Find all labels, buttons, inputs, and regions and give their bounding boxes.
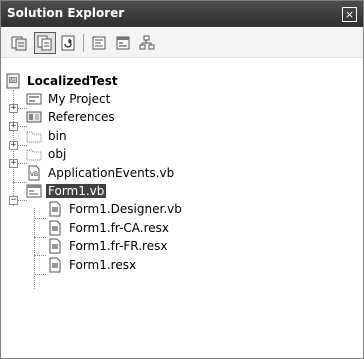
tree-item-form1-resx[interactable]: Form1.resx — [47, 256, 138, 274]
svg-text:VB: VB — [30, 171, 38, 178]
references-icon — [26, 111, 42, 123]
tree-connector — [34, 274, 46, 275]
view-code-button[interactable] — [89, 33, 109, 53]
tree-item-label: My Project — [48, 92, 111, 106]
tree-item-references[interactable]: References — [26, 108, 117, 126]
properties-icon — [11, 36, 27, 51]
vb-file-icon: VB — [28, 165, 40, 181]
class-view-button[interactable] — [137, 33, 157, 53]
form-icon — [26, 184, 42, 198]
title-bar: Solution Explorer × — [1, 1, 363, 27]
refresh-button[interactable] — [58, 33, 78, 53]
collapse-form1[interactable]: − — [9, 196, 18, 205]
toolbar-separator — [83, 34, 84, 52]
tree-connector — [34, 237, 46, 238]
tree-connector — [34, 218, 46, 219]
class-view-icon — [139, 35, 155, 50]
tree-item-label: References — [48, 110, 115, 124]
resx-file-icon — [49, 238, 61, 254]
tree-item-obj[interactable]: obj — [26, 145, 68, 163]
tree-item-label: Form1.fr-FR.resx — [69, 239, 168, 253]
tree-item-form1-fr-ca[interactable]: Form1.fr-CA.resx — [47, 219, 171, 237]
properties-button[interactable] — [9, 33, 29, 53]
show-all-files-icon — [37, 35, 52, 51]
tree-item-label: bin — [48, 129, 67, 143]
tree-item-form1-fr-fr[interactable]: Form1.fr-FR.resx — [47, 237, 169, 255]
resx-file-icon — [49, 257, 61, 273]
expand-my-project[interactable]: + — [9, 104, 18, 113]
tree-connector — [13, 182, 27, 183]
tree-item-form1-designer[interactable]: Form1.Designer.vb — [47, 200, 184, 218]
my-project-icon — [26, 93, 42, 105]
resx-file-icon — [49, 220, 61, 236]
panel-title: Solution Explorer — [7, 6, 125, 20]
tree-item-label: Form1.resx — [69, 258, 137, 272]
solution-explorer-panel: Solution Explorer × + + + + − VB Localiz… — [0, 0, 364, 359]
tree-item-form1-vb[interactable]: Form1.vb — [26, 182, 107, 200]
tree-item-bin[interactable]: bin — [26, 127, 69, 145]
tree-item-my-project[interactable]: My Project — [26, 90, 112, 108]
folder-icon — [26, 131, 42, 143]
tree-item-label: Form1.Designer.vb — [69, 202, 182, 216]
tree-connector — [34, 255, 46, 256]
expand-obj[interactable]: + — [9, 159, 18, 168]
tree-item-label-selected: Form1.vb — [46, 184, 107, 198]
expand-bin[interactable]: + — [9, 141, 18, 150]
tree-connector — [34, 208, 35, 289]
tree-item-label: obj — [48, 147, 67, 161]
tree-connector — [18, 200, 27, 201]
svg-text:VB: VB — [10, 78, 17, 84]
view-designer-button[interactable] — [113, 33, 133, 53]
expand-references[interactable]: + — [9, 122, 18, 131]
tree-root[interactable]: VB LocalizedTest — [5, 72, 120, 90]
folder-icon — [26, 149, 42, 161]
solution-tree: + + + + − VB LocalizedTest My Project Re… — [1, 59, 363, 357]
toolbar — [1, 28, 363, 58]
view-designer-icon — [116, 36, 130, 50]
close-button[interactable]: × — [342, 7, 357, 22]
project-name: LocalizedTest — [27, 74, 118, 88]
show-all-files-button[interactable] — [34, 32, 56, 54]
view-code-icon — [92, 36, 106, 50]
tree-item-label: ApplicationEvents.vb — [48, 166, 175, 180]
tree-item-application-events[interactable]: VB ApplicationEvents.vb — [26, 164, 176, 182]
vb-project-icon: VB — [6, 73, 20, 89]
vb-file-icon — [49, 201, 61, 217]
tree-item-label: Form1.fr-CA.resx — [69, 221, 169, 235]
refresh-icon — [61, 35, 75, 51]
